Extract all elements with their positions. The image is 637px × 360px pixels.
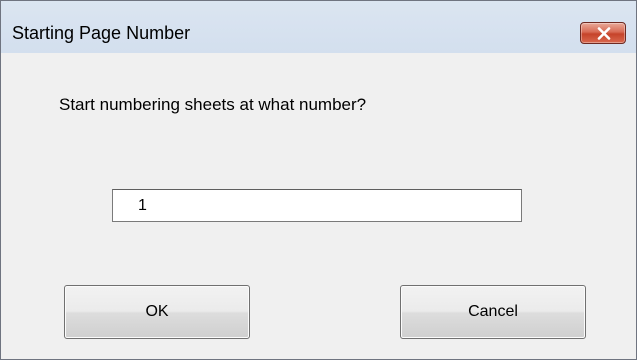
starting-number-input[interactable] — [112, 189, 522, 222]
close-icon — [597, 27, 611, 40]
dialog-title: Starting Page Number — [12, 23, 191, 43]
close-button[interactable] — [580, 22, 626, 44]
prompt-label: Start numbering sheets at what number? — [59, 95, 367, 114]
starting-page-number-dialog: Starting Page Number Start numbering she… — [0, 0, 637, 360]
cancel-button[interactable]: Cancel — [400, 285, 586, 339]
ok-button[interactable]: OK — [64, 285, 250, 339]
title-bar[interactable]: Starting Page Number — [1, 1, 636, 53]
dialog-body: Start numbering sheets at what number? O… — [1, 53, 636, 359]
